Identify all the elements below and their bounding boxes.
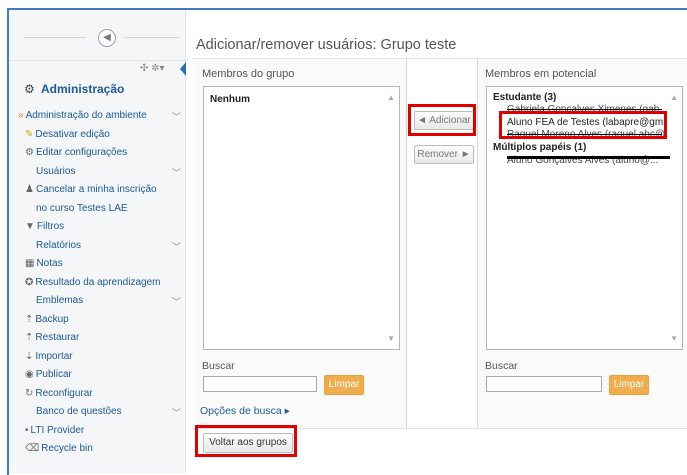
sidebar-item[interactable]: » Administração do ambiente [18,110,147,121]
search-options-link[interactable]: Opções de busca ▸ [200,405,290,417]
sidebar-item-label: Importar [35,350,73,362]
members-listbox[interactable]: Nenhum ▲ ▼ [203,86,400,350]
sidebar-item-label: LTI Provider [30,424,85,436]
chevron-down-icon[interactable]: ﹀ [172,406,181,419]
sidebar-item-label: Banco de questões [36,406,122,417]
highlight-back-button [195,425,297,457]
sidebar-item-label: Desativar edição [35,128,110,140]
list-group: Estudante (3) [493,92,557,103]
sidebar-divider [124,37,179,38]
page-title: Adicionar/remover usuários: Grupo teste [196,37,457,53]
sidebar-item[interactable]: Banco de questões [36,406,122,417]
sidebar-item[interactable]: ✎ Desativar edição [25,129,110,140]
list-item[interactable]: Nenhum [210,94,250,105]
sidebar-item-label: Usuários [36,165,76,177]
sidebar-item-label: Reconfigurar [35,387,93,399]
sidebar-item[interactable]: ⌫ Recycle bin [25,443,93,454]
potential-search-input[interactable] [486,376,602,392]
sidebar-item[interactable]: ▦ Notas [25,258,63,269]
sidebar-item[interactable]: Usuários [36,166,75,177]
members-clear-button[interactable]: Limpar [324,375,364,395]
gear-icon: ⚙ [24,82,35,96]
collapse-circle-icon[interactable]: ◀ [98,29,116,47]
sidebar-item-label: Cancelar a minha inscrição [35,184,157,195]
dot-icon: • [25,424,29,436]
scroll-up-icon[interactable]: ▲ [387,93,395,102]
highlight-selected-user [499,111,667,139]
admin-block-title: ⚙ Administração [24,82,124,96]
sidebar-divider [24,37,86,38]
upload-icon: ⇡ [25,313,34,325]
potential-label: Membros em potencial [485,68,597,80]
highlight-add-button [408,104,476,136]
remove-button[interactable]: Remover ► [414,145,474,164]
user-icon: ♟ [25,184,34,195]
members-search-input[interactable] [203,376,317,392]
chevron-down-icon[interactable]: ﹀ [172,110,181,123]
sidebar-item[interactable]: ⇡ Backup [25,314,69,325]
sidebar-item-label: Recycle bin [41,443,93,454]
chevron-down-icon[interactable]: ﹀ [172,240,181,253]
sidebar-item-label: Backup [35,313,69,325]
sidebar-item[interactable]: Relatórios [36,240,81,251]
sidebar-item-label: Filtros [36,221,65,232]
sidebar-item[interactable]: ↻ Reconfigurar [25,388,93,399]
scroll-down-icon[interactable]: ▼ [670,334,678,343]
caret-icon: » [18,110,24,121]
sidebar-item[interactable]: Emblemas [36,295,83,306]
sidebar-item-label: Emblemas [36,295,84,306]
pencil-icon: ✎ [25,128,34,140]
sidebar-item[interactable]: no curso Testes LAE [36,203,128,214]
gear-icon: ⚙ [25,147,34,158]
sidebar-item-label: Publicar [35,369,72,380]
sidebar-item-label: Resultado da aprendizagem [35,276,161,288]
potential-clear-button[interactable]: Limpar [609,375,649,395]
members-label: Membros do grupo [202,68,295,80]
scroll-up-icon[interactable]: ▲ [670,93,678,102]
potential-search-label: Buscar [485,360,518,372]
sidebar-item[interactable]: ✪ Resultado da aprendizagem [25,277,160,288]
sidebar-item-label: Restaurar [35,332,80,343]
award-icon: ✪ [25,276,34,288]
sidebar-item[interactable]: ⚙ Editar configurações [25,147,127,158]
sidebar-item[interactable]: ⇡ Restaurar [25,332,79,343]
sidebar-item[interactable]: ♟ Cancelar a minha inscrição [25,184,157,195]
sidebar-item-label: no curso Testes LAE [36,202,128,214]
sidebar-item[interactable]: ⇣ Importar [25,351,73,362]
filter-icon: ▼ [25,221,35,232]
sidebar-item-label: Notas [36,258,63,269]
grid-icon: ▦ [25,258,35,269]
share-icon: ◉ [25,369,34,380]
bin-icon: ⌫ [25,443,40,454]
sidebar-item-label: Administração do ambiente [25,110,147,121]
sidebar-item[interactable]: • LTI Provider [25,425,84,436]
chevron-down-icon[interactable]: ﹀ [172,295,181,308]
sidebar-item-label: Editar configurações [35,147,128,158]
redaction-bar [507,156,670,159]
dock-tab-icon[interactable] [180,62,186,76]
refresh-icon: ↻ [25,387,34,399]
members-search-label: Buscar [202,360,235,372]
block-controls-icon[interactable]: ✣ ✲▾ [140,63,165,74]
sidebar-item[interactable]: ◉ Publicar [25,369,72,380]
upload-icon: ⇡ [25,332,34,343]
sidebar-top: ◀ [9,10,185,61]
sidebar-item[interactable]: ▼ Filtros [25,221,64,232]
list-group: Múltiplos papéis (1) [493,142,587,153]
scroll-down-icon[interactable]: ▼ [387,334,395,343]
sidebar-item-label: Relatórios [36,239,82,251]
admin-title-text: Administração [41,82,125,96]
download-icon: ⇣ [25,350,34,362]
redaction-line [507,109,662,110]
chevron-down-icon[interactable]: ﹀ [172,166,181,179]
